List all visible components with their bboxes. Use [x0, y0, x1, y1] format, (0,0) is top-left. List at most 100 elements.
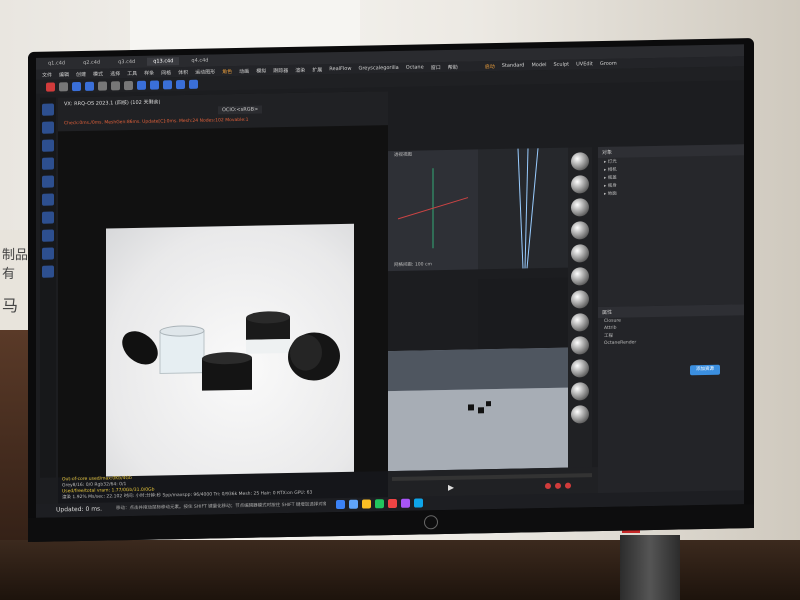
material-sphere-5[interactable] — [571, 244, 589, 263]
undo-icon[interactable] — [46, 81, 55, 92]
rotate-tool-icon[interactable] — [42, 139, 54, 152]
menu-spline[interactable]: 样条 — [144, 69, 154, 76]
tab-q1[interactable]: q1.c4d — [42, 59, 71, 68]
move-tool-icon[interactable] — [42, 121, 54, 134]
status-hint: 移动：点击并拖动鼠标移动元素。按住 SHIFT 键量化移动；节点编辑器模式时按住… — [116, 501, 326, 512]
tab-q3[interactable]: q3.c4d — [112, 58, 141, 67]
layout-groom[interactable]: Groom — [600, 61, 617, 67]
axis-x-icon[interactable] — [98, 80, 107, 91]
desk — [0, 540, 800, 600]
monitor-screen: q1.c4d q2.c4d q3.c4d q13.c4d q4.c4d 文件 编… — [36, 44, 744, 518]
edge-tool-icon[interactable] — [42, 193, 54, 206]
octane-render-window: VX: RRQ-OS 2023.1 (四核) (102 天剩余) OCIO:<s… — [58, 91, 388, 498]
menu-volume[interactable]: 体积 — [178, 68, 188, 75]
material-sphere-7[interactable] — [571, 290, 589, 309]
menu-create[interactable]: 创建 — [76, 70, 86, 77]
menu-mesh[interactable]: 网格 — [161, 69, 171, 76]
render-icon[interactable] — [137, 80, 146, 90]
axis-y-icon[interactable] — [111, 80, 120, 90]
pen-icon[interactable] — [176, 79, 185, 89]
objects-panel: 对象 ▸ 灯光 ▸ 相机 ▸ 瓶盖 ▸ 瓶身 ▸ 地面 — [598, 144, 744, 308]
render-image — [122, 311, 340, 391]
rotate-icon[interactable] — [85, 81, 94, 91]
menu-help[interactable]: 帮助 — [448, 63, 458, 70]
menu-realflow[interactable]: RealFlow — [329, 66, 351, 72]
magnet-tool-icon[interactable] — [42, 265, 54, 278]
material-column — [568, 147, 592, 488]
hp-logo-icon — [424, 515, 438, 530]
app-icon-red[interactable] — [388, 498, 397, 509]
menu-window[interactable]: 窗口 — [431, 64, 441, 71]
render-canvas[interactable] — [106, 223, 354, 487]
move-icon[interactable] — [59, 81, 68, 91]
viewport-camera[interactable] — [388, 347, 568, 472]
cube-icon[interactable] — [163, 79, 172, 89]
layout-startup[interactable]: 启动 — [485, 63, 495, 70]
monitor: q1.c4d q2.c4d q3.c4d q13.c4d q4.c4d 文件 编… — [28, 38, 754, 542]
menu-simulate[interactable]: 模拟 — [256, 67, 266, 74]
layout-model[interactable]: Model — [531, 62, 546, 68]
viewport-perspective[interactable]: 透视视图 网格间距: 100 cm — [388, 149, 478, 272]
photo-scene: 制品有 马 q1.c4d q2.c4d q3.c4d q13.c4d q4.c4… — [0, 0, 800, 600]
viewport-top[interactable] — [478, 147, 568, 270]
viewport-grid: 网格间距: 100 cm — [394, 262, 432, 268]
layout-sculpt[interactable]: Sculpt — [554, 62, 570, 68]
add-asset-label: 添加资源 — [696, 366, 714, 373]
windows-start-icon[interactable] — [336, 499, 345, 510]
folder-icon[interactable] — [362, 499, 371, 509]
material-sphere-1[interactable] — [571, 152, 589, 171]
menu-character[interactable]: 角色 — [222, 68, 232, 75]
attributes-panel: 属性 Closure Attrib 工程 OctaneRender 添加资源 — [598, 304, 744, 498]
scale-icon[interactable] — [72, 81, 81, 91]
scale-tool-icon[interactable] — [42, 157, 54, 170]
brush-tool-icon[interactable] — [42, 229, 54, 242]
material-sphere-4[interactable] — [571, 221, 589, 240]
edge-icon[interactable] — [349, 499, 358, 509]
knife-tool-icon[interactable] — [42, 247, 54, 260]
tab-q4[interactable]: q4.c4d — [185, 56, 214, 65]
menu-tracker[interactable]: 跟踪器 — [273, 67, 288, 74]
tab-q13[interactable]: q13.c4d — [147, 57, 180, 66]
material-sphere-10[interactable] — [571, 359, 589, 378]
windows-taskbar-icons — [336, 498, 423, 510]
viewport-top-lines — [517, 148, 539, 269]
left-toolbar — [40, 97, 56, 478]
menu-extend[interactable]: 扩展 — [312, 66, 322, 73]
menu-render[interactable]: 渲染 — [295, 66, 305, 73]
render-status: Check:0ms./0ms. MeshGen:86ms. Update[C]:… — [64, 117, 249, 127]
sign-line-2: 马 — [2, 296, 19, 315]
menu-mode[interactable]: 模式 — [93, 70, 103, 77]
material-sphere-11[interactable] — [571, 382, 589, 401]
render-title: VX: RRQ-OS 2023.1 (四核) (102 天剩余) — [64, 99, 161, 108]
menu-mograph[interactable]: 运动图形 — [195, 68, 215, 75]
tab-q2[interactable]: q2.c4d — [77, 58, 106, 67]
material-sphere-6[interactable] — [571, 267, 589, 286]
menu-octane[interactable]: Octane — [406, 64, 424, 70]
polygon-tool-icon[interactable] — [42, 175, 54, 188]
material-sphere-9[interactable] — [571, 336, 589, 355]
menu-file[interactable]: 文件 — [42, 71, 52, 78]
material-sphere-12[interactable] — [571, 405, 589, 424]
app-icon-purple[interactable] — [401, 498, 410, 508]
menu-tools[interactable]: 工具 — [127, 69, 137, 76]
select-tool-icon[interactable] — [42, 103, 54, 116]
menu-edit[interactable]: 编辑 — [59, 71, 69, 78]
object-row[interactable]: ▸ 地面 — [598, 187, 744, 198]
menu-animate[interactable]: 动画 — [239, 67, 249, 74]
material-sphere-3[interactable] — [571, 198, 589, 217]
menu-select[interactable]: 选择 — [110, 70, 120, 77]
light-icon[interactable] — [189, 79, 198, 89]
layout-uvedit[interactable]: UVEdit — [576, 61, 593, 67]
layout-standard[interactable]: Standard — [502, 62, 525, 68]
menu-greyscalegorilla[interactable]: Greyscalegorilla — [358, 65, 398, 72]
material-sphere-2[interactable] — [571, 175, 589, 194]
material-sphere-8[interactable] — [571, 313, 589, 332]
render-settings-icon[interactable] — [150, 79, 159, 90]
ocio-select[interactable]: OCIO:<sRGB> — [218, 105, 263, 115]
octanerender-tab[interactable]: OctaneRender — [598, 337, 744, 347]
axis-z-icon[interactable] — [124, 80, 133, 90]
point-tool-icon[interactable] — [42, 211, 54, 224]
app-icon-green[interactable] — [375, 499, 384, 509]
app-icon-cyan[interactable] — [414, 498, 423, 508]
camera-scene — [388, 347, 568, 472]
